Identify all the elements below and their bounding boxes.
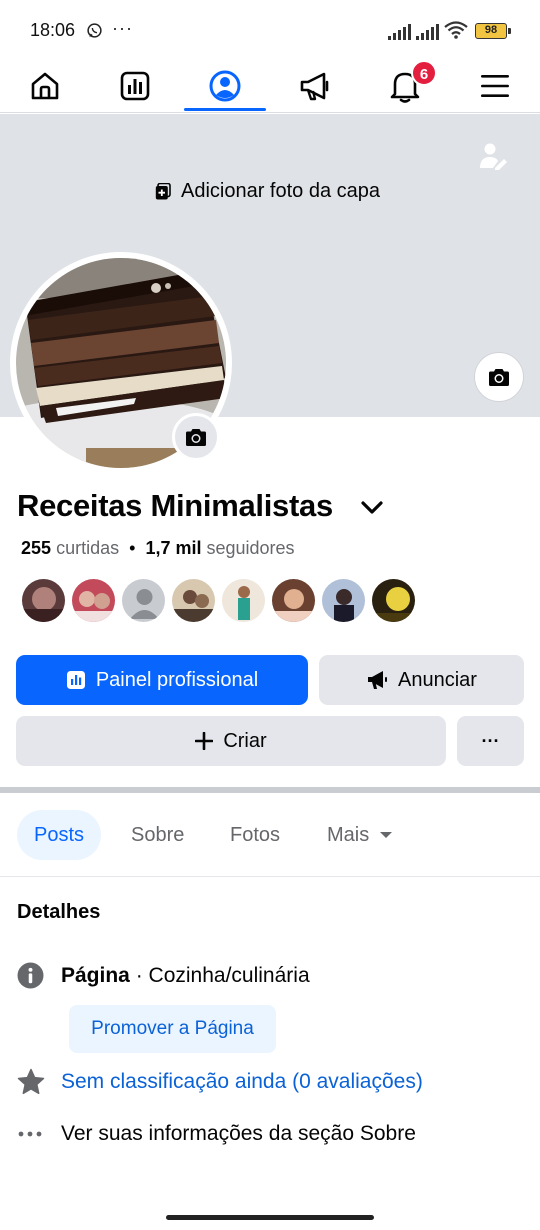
followers-label: seguidores bbox=[206, 538, 295, 558]
about-row[interactable]: Ver suas informações da seção Sobre bbox=[17, 1122, 416, 1146]
profile-tabs: Posts Sobre Fotos Mais bbox=[17, 810, 393, 860]
more-options-button[interactable]: ··· bbox=[457, 716, 524, 766]
tab-photos[interactable]: Fotos bbox=[230, 810, 280, 860]
page-separator: · bbox=[129, 963, 149, 987]
tab-more[interactable]: Mais bbox=[327, 810, 393, 860]
follower-avatar[interactable] bbox=[171, 578, 216, 623]
nav-home[interactable] bbox=[5, 58, 85, 113]
notification-badge: 6 bbox=[411, 60, 437, 86]
tabs-divider bbox=[0, 876, 540, 877]
megaphone-icon bbox=[300, 72, 329, 100]
advertise-button[interactable]: Anunciar bbox=[319, 655, 524, 705]
megaphone-icon bbox=[368, 671, 388, 689]
likes-label: curtidas bbox=[56, 538, 120, 558]
stats-separator: • bbox=[124, 538, 141, 558]
hamburger-icon bbox=[481, 74, 509, 97]
camera-icon bbox=[186, 428, 206, 446]
followers-count: 1,7 mil bbox=[145, 538, 202, 558]
follower-avatar[interactable] bbox=[121, 578, 166, 623]
create-label: Criar bbox=[223, 729, 267, 752]
follower-avatar[interactable] bbox=[271, 578, 316, 623]
nav-dashboard[interactable] bbox=[95, 58, 175, 113]
plus-icon bbox=[195, 732, 214, 750]
more-dots-icon: ··· bbox=[481, 730, 500, 751]
ellipsis-icon bbox=[18, 1131, 42, 1137]
bar-chart-icon bbox=[120, 71, 150, 100]
tab-more-label: Mais bbox=[327, 823, 370, 846]
camera-icon bbox=[489, 368, 509, 386]
page-category-text: Página · Cozinha/culinária bbox=[61, 964, 310, 988]
whatsapp-icon bbox=[87, 23, 102, 38]
signal-icon bbox=[388, 24, 411, 40]
wifi-icon bbox=[444, 21, 468, 39]
promote-page-button[interactable]: Promover a Página bbox=[69, 1005, 276, 1053]
cover-camera-button[interactable] bbox=[474, 352, 524, 402]
status-bar: 18:06 ··· 98 bbox=[0, 0, 540, 58]
professional-dashboard-button[interactable]: Painel profissional bbox=[16, 655, 308, 705]
dashboard-label: Painel profissional bbox=[95, 668, 259, 691]
page-title: Receitas Minimalistas bbox=[17, 488, 333, 523]
caret-down-icon bbox=[380, 832, 393, 838]
home-icon bbox=[31, 72, 59, 99]
follower-avatar[interactable] bbox=[21, 578, 66, 623]
tab-about[interactable]: Sobre bbox=[131, 810, 184, 860]
create-button[interactable]: Criar bbox=[16, 716, 446, 766]
rating-row[interactable]: Sem classificação ainda (0 avaliações) bbox=[17, 1068, 423, 1095]
avatar-camera-button[interactable] bbox=[172, 413, 220, 461]
likes-count: 255 bbox=[21, 538, 52, 558]
notification-dots: ··· bbox=[112, 18, 133, 38]
person-edit-icon[interactable] bbox=[479, 142, 509, 170]
signal-icon bbox=[416, 24, 439, 40]
about-link[interactable]: Ver suas informações da seção Sobre bbox=[61, 1122, 416, 1146]
follower-avatar[interactable] bbox=[371, 578, 416, 623]
nav-menu[interactable] bbox=[455, 58, 535, 113]
section-divider bbox=[0, 787, 540, 793]
add-cover-label: Adicionar foto da capa bbox=[181, 180, 381, 202]
follower-avatars[interactable] bbox=[21, 578, 416, 623]
active-tab-indicator bbox=[184, 108, 266, 111]
advertise-label: Anunciar bbox=[398, 668, 477, 691]
page-category: Cozinha/culinária bbox=[148, 963, 310, 987]
battery-icon: 98 bbox=[475, 23, 507, 39]
page-stats: 255 curtidas • 1,7 mil seguidores bbox=[21, 538, 295, 559]
page-category-row: Página · Cozinha/culinária bbox=[17, 962, 310, 989]
page-label: Página bbox=[61, 963, 130, 987]
home-indicator[interactable] bbox=[166, 1215, 374, 1220]
chevron-down-icon[interactable] bbox=[358, 496, 386, 518]
profile-icon bbox=[209, 70, 241, 101]
rating-link[interactable]: Sem classificação ainda (0 avaliações) bbox=[61, 1070, 423, 1094]
follower-avatar[interactable] bbox=[321, 578, 366, 623]
status-time: 18:06 bbox=[30, 20, 76, 40]
tab-posts[interactable]: Posts bbox=[17, 810, 102, 860]
dashboard-icon bbox=[66, 671, 85, 689]
follower-avatar[interactable] bbox=[71, 578, 116, 623]
add-photo-icon bbox=[155, 182, 171, 199]
info-icon bbox=[17, 962, 44, 989]
add-cover-photo-button[interactable]: Adicionar foto da capa bbox=[155, 180, 380, 203]
follower-avatar[interactable] bbox=[221, 578, 266, 623]
nav-profile[interactable] bbox=[185, 58, 265, 113]
battery-tip bbox=[508, 28, 511, 34]
star-icon bbox=[17, 1068, 45, 1095]
details-heading: Detalhes bbox=[17, 901, 101, 923]
nav-ads[interactable] bbox=[275, 58, 355, 113]
top-nav bbox=[0, 58, 540, 113]
